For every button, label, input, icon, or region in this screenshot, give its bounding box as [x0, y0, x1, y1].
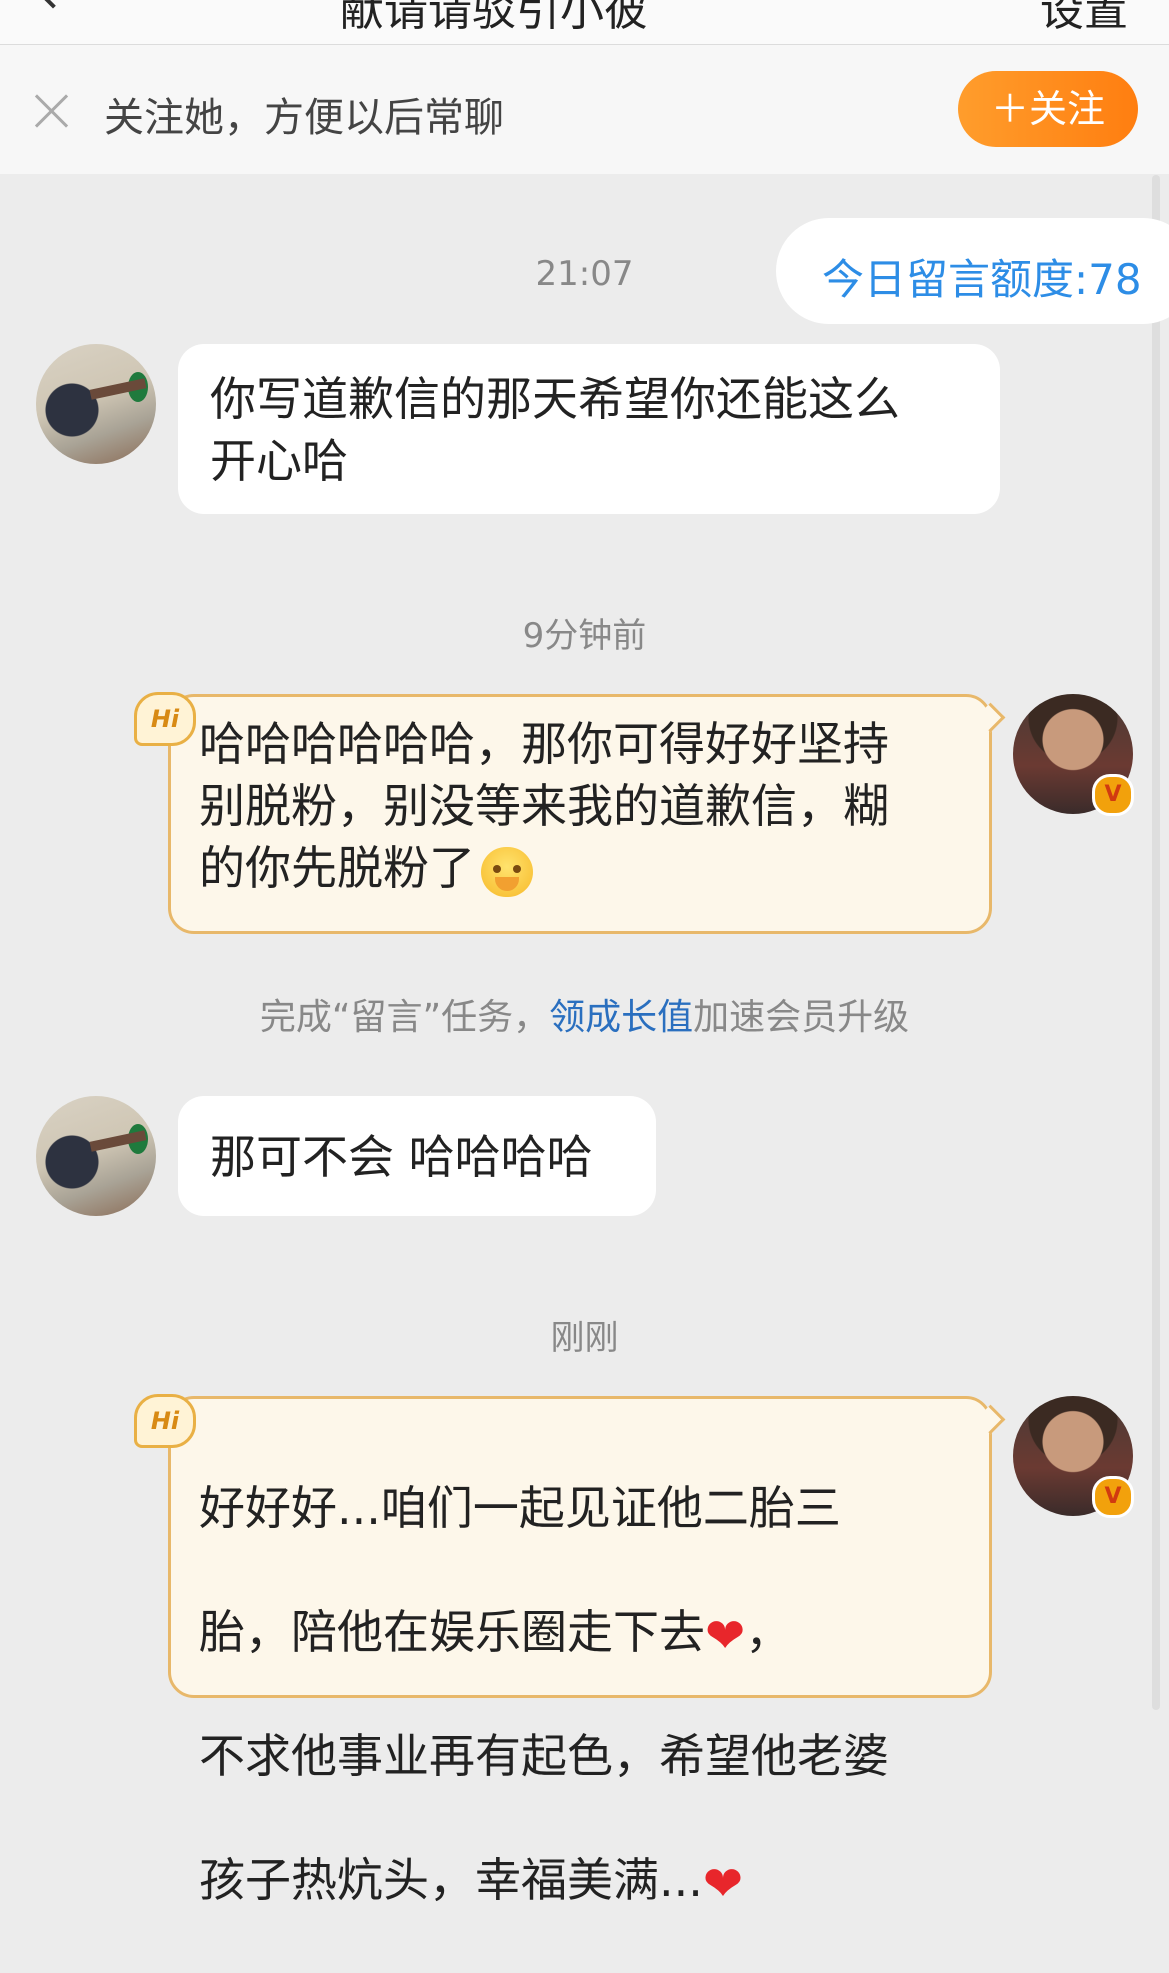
message-bubble-outgoing: 好好好...咱们一起见证他二胎三 胎，陪他在娱乐圈走下去❤， 不求他事业再有起色…	[168, 1396, 1006, 1908]
chat-title: 献请请驳引小彼	[340, 0, 648, 36]
message-line-text: 孩子热炕头，幸福美满...	[199, 1853, 703, 1907]
red-heart-icon: ❤	[705, 1607, 746, 1664]
back-arrow-icon[interactable]	[37, 0, 69, 9]
bubble-tail	[975, 1404, 1006, 1435]
message-text-body: 哈哈哈哈哈哈，那你可得好好坚持 别脱粉，别没等来我的道歉信，糊 的你先脱粉了	[199, 717, 889, 895]
message-line: 好好好...咱们一起见证他二胎三	[199, 1481, 841, 1535]
message-bubble-incoming: 你写道歉信的那天希望你还能这么 开心哈	[178, 344, 1000, 514]
follow-prompt-bar: 关注她，方便以后常聊 ＋关注	[0, 45, 1169, 174]
crying-face-emoji-icon	[481, 846, 533, 897]
message-text: 好好好...咱们一起见证他二胎三 胎，陪他在娱乐圈走下去❤， 不求他事业再有起色…	[199, 1415, 889, 1973]
task-hint: 完成“留言”任务，领成长值加速会员升级	[0, 988, 1169, 1040]
hi-badge-icon: Hi	[134, 1394, 196, 1448]
message-text: 哈哈哈哈哈哈，那你可得好好坚持 别脱粉，别没等来我的道歉信，糊 的你先脱粉了	[199, 713, 889, 899]
hi-badge-icon: Hi	[134, 692, 196, 746]
verified-badge-icon: V	[1092, 1476, 1134, 1518]
timestamp: 21:07	[535, 254, 634, 294]
message-bubble-incoming: 那可不会 哈哈哈哈	[178, 1096, 656, 1216]
message-bubble-outgoing: 哈哈哈哈哈哈，那你可得好好坚持 别脱粉，别没等来我的道歉信，糊 的你先脱粉了	[168, 694, 1006, 934]
timestamp: 9分钟前	[522, 616, 647, 656]
close-icon[interactable]	[32, 91, 72, 131]
message-line: 不求他事业再有起色，希望他老婆	[199, 1729, 889, 1783]
verified-badge-icon: V	[1092, 774, 1134, 816]
message-text: 那可不会 哈哈哈哈	[210, 1130, 593, 1184]
bubble-tail	[975, 702, 1006, 733]
message-text: 你写道歉信的那天希望你还能这么 开心哈	[210, 372, 900, 488]
task-hint-suffix: 加速会员升级	[693, 997, 910, 1038]
sender-avatar[interactable]	[36, 1096, 156, 1216]
follow-button[interactable]: ＋关注	[958, 71, 1138, 147]
task-hint-link[interactable]: 领成长值	[549, 997, 693, 1038]
red-heart-icon: ❤	[702, 1855, 744, 1912]
message-line: 胎，陪他在娱乐圈走下去❤，	[199, 1601, 889, 1663]
message-line: 孩子热炕头，幸福美满...❤	[199, 1849, 889, 1911]
message-line-text: 胎，陪他在娱乐圈走下去	[199, 1605, 705, 1659]
sender-avatar[interactable]	[36, 344, 156, 464]
task-hint-prefix: 完成“留言”任务，	[259, 997, 550, 1038]
settings-button[interactable]: 设置	[1040, 0, 1128, 38]
follow-hint-text: 关注她，方便以后常聊	[104, 95, 504, 141]
message-line-end: ，	[745, 1605, 792, 1659]
scrollbar[interactable]	[1152, 175, 1160, 1710]
top-navigation-bar: 献请请驳引小彼 设置	[0, 0, 1169, 45]
timestamp: 刚刚	[550, 1318, 619, 1358]
